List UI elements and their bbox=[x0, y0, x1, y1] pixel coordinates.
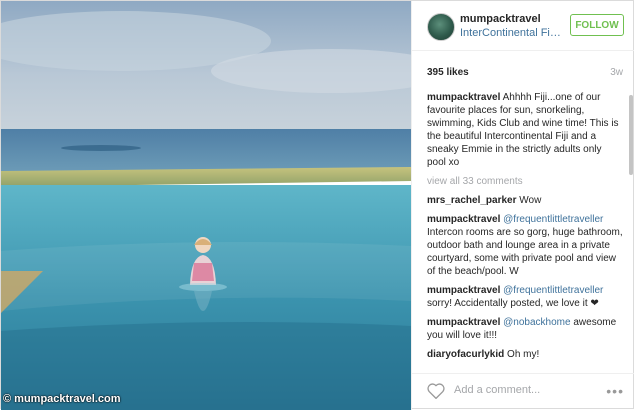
comment-username[interactable]: mumpacktravel bbox=[427, 214, 500, 225]
post-age[interactable]: 3w bbox=[610, 67, 623, 78]
comment-username[interactable]: mrs_rachel_parker bbox=[427, 195, 517, 206]
comment-item: mumpacktravel @frequentlittletraveller I… bbox=[427, 213, 623, 278]
scrollbar-thumb[interactable] bbox=[629, 95, 633, 175]
comment-username[interactable]: diaryofacurlykid bbox=[427, 349, 504, 360]
comment-bar: Add a comment... ••• bbox=[412, 373, 634, 410]
comment-mention[interactable]: @frequentlittletraveller bbox=[503, 285, 603, 296]
caption-username[interactable]: mumpacktravel bbox=[427, 92, 500, 103]
comment-text: Oh my! bbox=[507, 349, 540, 360]
comment-item: diaryofacurlykid Oh my! bbox=[427, 348, 623, 361]
comment-item: mumpacktravel @nobackhome awesome you wi… bbox=[427, 316, 623, 342]
post-header: mumpacktravel InterContinental Fiji... F… bbox=[412, 1, 634, 51]
post-photo[interactable]: © mumpacktravel.com bbox=[1, 1, 411, 410]
caption-text: Ahhhh Fiji...one of our favourite places… bbox=[427, 92, 619, 168]
add-comment-input[interactable]: Add a comment... bbox=[454, 384, 540, 396]
comment-item: mrs_rachel_parker Wow bbox=[427, 194, 623, 207]
watermark-text: © mumpacktravel.com bbox=[3, 393, 121, 405]
comment-item: mumpacktravel @frequentlittletraveller s… bbox=[427, 284, 623, 310]
comment-text: Wow bbox=[519, 195, 542, 206]
post-location[interactable]: InterContinental Fiji... bbox=[460, 27, 562, 39]
heart-icon[interactable] bbox=[426, 382, 446, 400]
comments-scrollbar[interactable] bbox=[629, 95, 633, 369]
comment-mention[interactable]: @nobackhome bbox=[503, 317, 570, 328]
comment-username[interactable]: mumpacktravel bbox=[427, 285, 500, 296]
caption: mumpacktravel Ahhhh Fiji...one of our fa… bbox=[427, 91, 623, 169]
pool-photo-illustration bbox=[1, 1, 411, 410]
comment-mention[interactable]: @frequentlittletraveller bbox=[503, 214, 603, 225]
follow-button[interactable]: FOLLOW bbox=[570, 14, 624, 36]
more-options-icon[interactable]: ••• bbox=[606, 383, 624, 399]
comment-text: Intercon rooms are so gorg, huge bathroo… bbox=[427, 227, 623, 277]
view-all-comments-link[interactable]: view all 33 comments bbox=[427, 175, 623, 188]
comment-text: sorry! Accidentally posted, we love it ❤ bbox=[427, 298, 599, 309]
instagram-post: © mumpacktravel.com mumpacktravel InterC… bbox=[0, 0, 634, 410]
post-username[interactable]: mumpacktravel bbox=[460, 13, 541, 25]
post-sidebar: mumpacktravel InterContinental Fiji... F… bbox=[411, 1, 634, 410]
likes-count[interactable]: 395 likes bbox=[427, 67, 469, 78]
avatar[interactable] bbox=[427, 13, 455, 41]
comments-list: mumpacktravel Ahhhh Fiji...one of our fa… bbox=[427, 91, 623, 373]
likes-row: 395 likes 3w bbox=[427, 67, 623, 78]
comment-username[interactable]: mumpacktravel bbox=[427, 317, 500, 328]
